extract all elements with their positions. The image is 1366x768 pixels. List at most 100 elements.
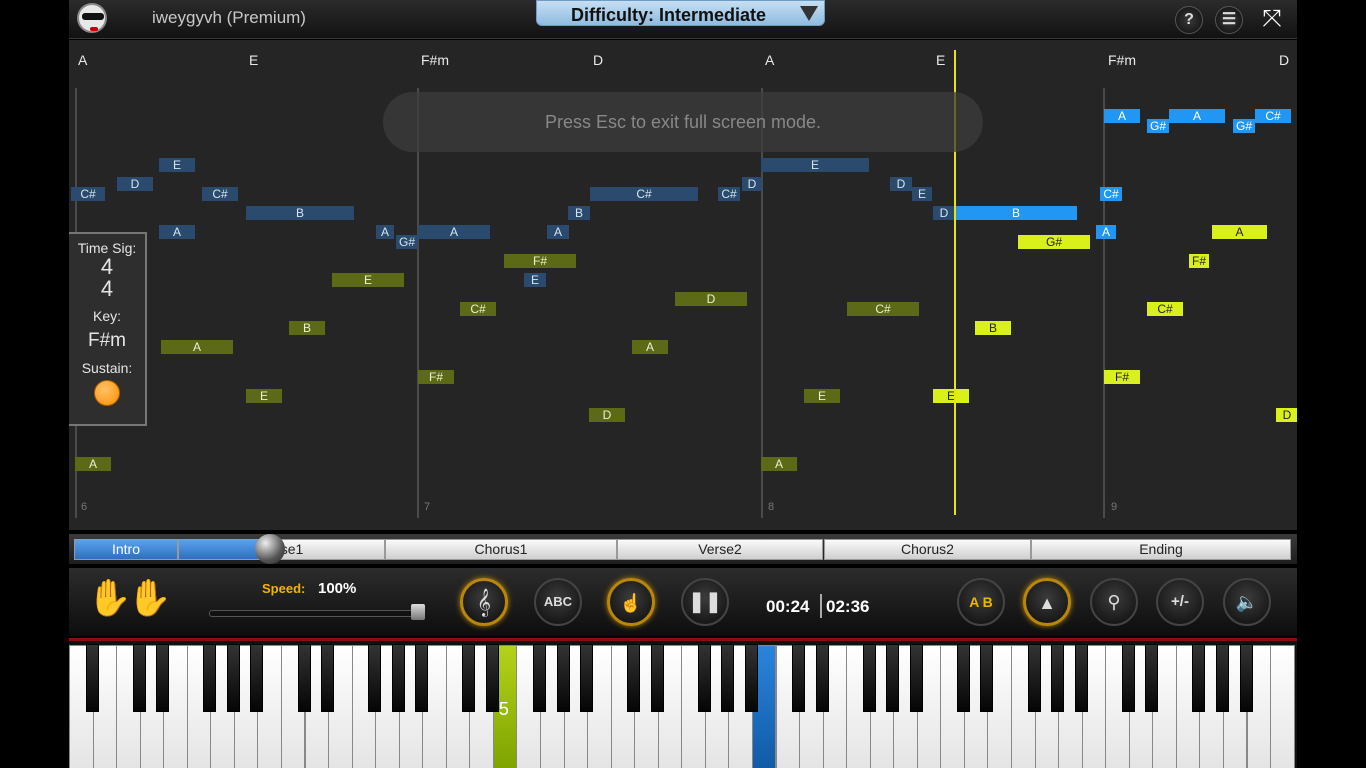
top-bar: iweygyvh (Premium) Difficulty: Intermedi…: [69, 0, 1297, 39]
black-key[interactable]: [156, 644, 170, 712]
black-key[interactable]: [462, 644, 476, 712]
black-key[interactable]: [415, 644, 429, 712]
right-hand-toggle[interactable]: ✋: [127, 578, 172, 618]
note-block: E: [332, 273, 404, 287]
note-block: E: [246, 389, 282, 403]
black-key[interactable]: [321, 644, 335, 712]
speed-slider-knob[interactable]: [411, 604, 425, 620]
note-block: A: [159, 225, 195, 239]
menu-button[interactable]: ☰: [1215, 6, 1243, 34]
note-block: D: [589, 408, 625, 422]
black-key[interactable]: [533, 644, 546, 712]
black-key[interactable]: [697, 644, 711, 712]
black-key[interactable]: [627, 644, 641, 712]
bar-number: 6: [81, 501, 88, 513]
magnifier-icon: ⚲: [1107, 592, 1121, 612]
time-separator: [820, 594, 822, 618]
key-label: Key:: [92, 308, 121, 324]
chord-label: F#m: [1108, 52, 1136, 68]
loop-ab-button[interactable]: A B: [957, 578, 1005, 626]
black-key[interactable]: [909, 644, 923, 712]
black-key[interactable]: [1145, 644, 1159, 712]
piano-keyboard[interactable]: 5: [69, 638, 1297, 768]
metronome-button[interactable]: ▲: [1023, 578, 1071, 626]
section-chorus2[interactable]: Chorus2: [824, 539, 1031, 560]
black-key[interactable]: [721, 644, 735, 712]
black-key[interactable]: [580, 644, 594, 712]
note-scroll-area: A E F#m D A E F#m D 6 7 8 9 C# D E C# A …: [69, 40, 1297, 530]
song-progress-knob[interactable]: [255, 534, 285, 564]
help-button[interactable]: ?: [1175, 6, 1203, 34]
pause-button[interactable]: ❚❚: [681, 578, 729, 626]
black-key[interactable]: [980, 644, 994, 712]
song-sections-bar: Intro Verse1 Chorus1 Verse2 Chorus2 Endi…: [69, 534, 1297, 564]
dropdown-arrow-icon: [800, 6, 818, 21]
black-key[interactable]: [1027, 644, 1041, 712]
left-hand-toggle[interactable]: ✋: [87, 578, 132, 618]
black-key[interactable]: [1239, 644, 1253, 712]
time-sig-bottom: 4: [100, 276, 114, 301]
black-key[interactable]: [886, 644, 900, 712]
list-icon: ☰: [1221, 11, 1237, 28]
bar-number: 7: [424, 501, 431, 513]
info-panel: Time Sig: 4 4 Key: F#m Sustain:: [69, 232, 147, 426]
key-finger-number: 5: [498, 699, 509, 719]
note-names-button[interactable]: ABC: [534, 578, 582, 626]
app-logo[interactable]: [77, 3, 107, 33]
note-block-active: B: [975, 321, 1011, 335]
note-block-active: F#: [1189, 254, 1209, 268]
notation-button[interactable]: 𝄞: [460, 578, 508, 626]
note-block-active: C#: [1100, 187, 1122, 201]
note-block: E: [804, 389, 840, 403]
black-key[interactable]: [956, 644, 970, 712]
black-key[interactable]: [250, 644, 264, 712]
chord-label: D: [1279, 52, 1290, 68]
fullscreen-icon: ⤧: [1262, 5, 1282, 32]
zoom-button[interactable]: ⚲: [1090, 578, 1138, 626]
note-block: C#: [590, 187, 698, 201]
black-key[interactable]: [485, 644, 499, 712]
white-key[interactable]: [1270, 645, 1295, 768]
volume-button[interactable]: 🔈: [1223, 578, 1271, 626]
black-key[interactable]: [368, 644, 382, 712]
note-block: A: [761, 457, 797, 471]
black-key[interactable]: [226, 644, 240, 712]
black-key[interactable]: [1215, 644, 1229, 712]
black-key[interactable]: [1074, 644, 1088, 712]
black-key[interactable]: [792, 644, 806, 712]
note-block-active: F#: [1104, 370, 1140, 384]
black-key[interactable]: [132, 644, 146, 712]
left-hand-icon: ✋: [87, 577, 132, 618]
right-hand-icon: ✋: [127, 577, 172, 618]
black-key[interactable]: [862, 644, 876, 712]
transpose-button[interactable]: +/-: [1156, 578, 1204, 626]
black-key[interactable]: [815, 644, 829, 712]
black-key[interactable]: [744, 644, 758, 712]
note-block-active: A: [1104, 109, 1140, 123]
section-progress-fill: [179, 540, 262, 559]
black-key[interactable]: [1192, 644, 1206, 712]
difficulty-dropdown[interactable]: Difficulty: Intermediate: [536, 0, 825, 26]
note-block-active: A: [1212, 225, 1267, 239]
finger-numbers-button[interactable]: ☝: [607, 578, 655, 626]
black-key[interactable]: [1051, 644, 1065, 712]
fullscreen-button[interactable]: ⤧: [1255, 4, 1289, 34]
section-ending[interactable]: Ending: [1031, 539, 1291, 560]
black-key[interactable]: [1121, 644, 1135, 712]
note-block: A: [161, 340, 233, 354]
chord-label: A: [78, 52, 88, 68]
section-chorus1[interactable]: Chorus1: [385, 539, 617, 560]
black-key[interactable]: [391, 644, 405, 712]
note-block: A: [632, 340, 668, 354]
black-key[interactable]: [203, 644, 217, 712]
black-key[interactable]: [556, 644, 570, 712]
section-intro[interactable]: Intro: [74, 539, 178, 560]
speed-slider[interactable]: [209, 610, 423, 617]
black-key[interactable]: [297, 644, 311, 712]
black-key[interactable]: [85, 644, 99, 712]
chord-label: A: [765, 52, 775, 68]
section-verse2[interactable]: Verse2: [617, 539, 823, 560]
black-key[interactable]: [650, 644, 664, 712]
note-block: E: [912, 187, 932, 201]
note-block: A: [376, 225, 394, 239]
